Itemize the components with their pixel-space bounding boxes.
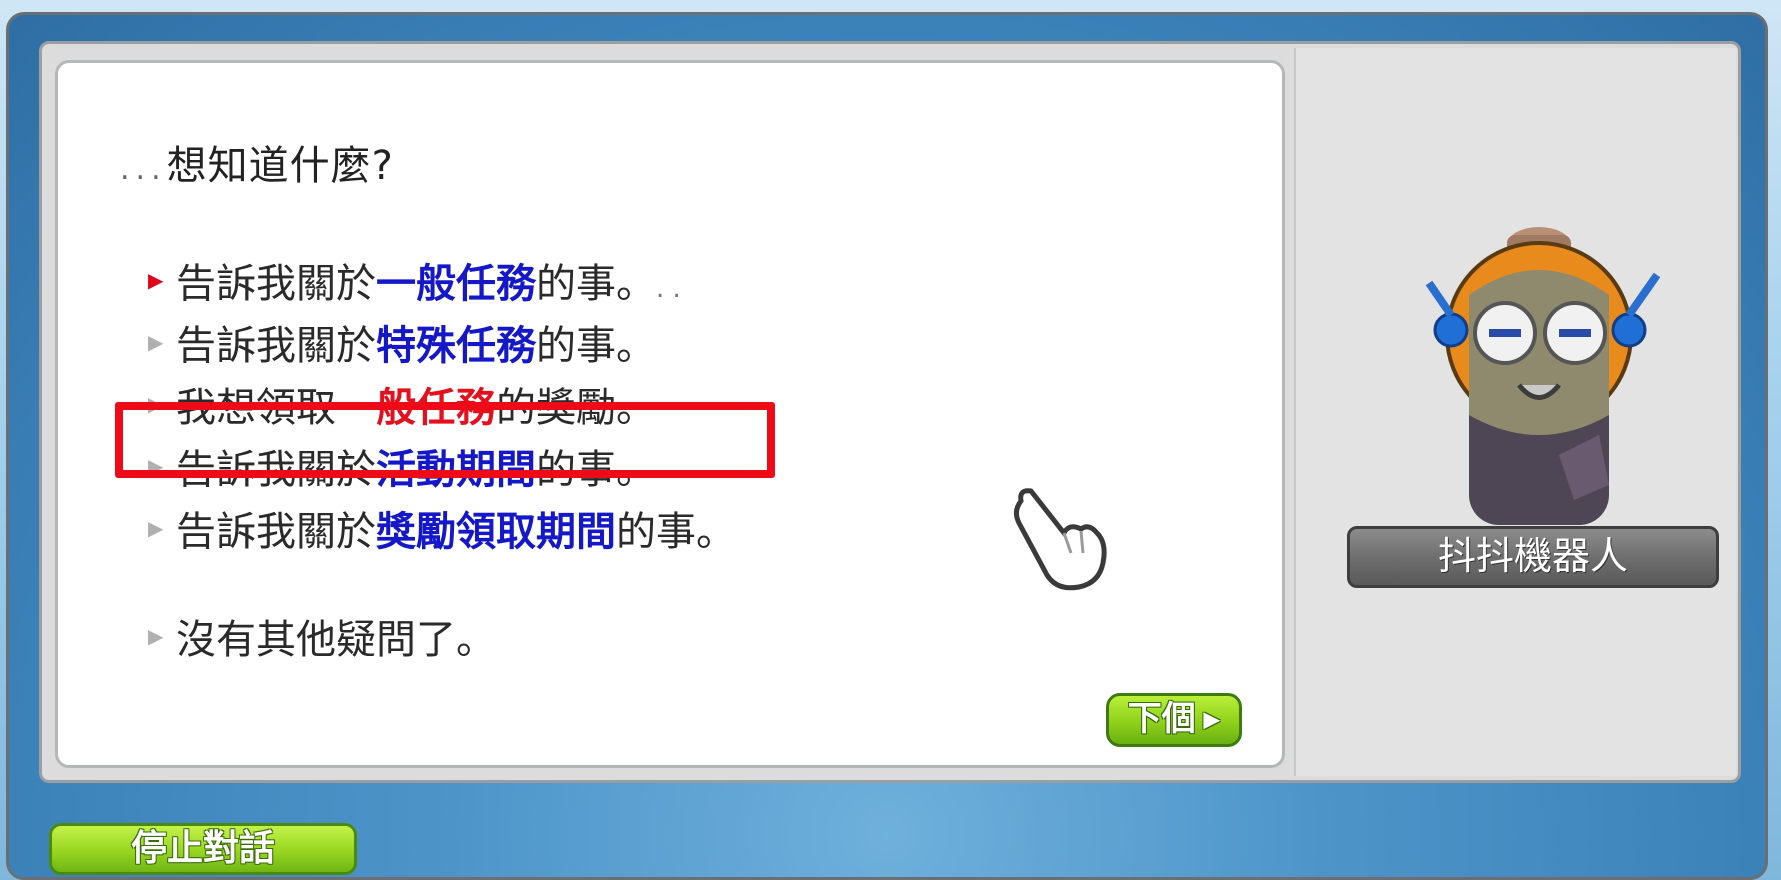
option-keyword: 一般任務 — [376, 261, 536, 307]
hand-cursor-icon — [1013, 488, 1107, 591]
play-arrow-icon: ▶ — [1195, 707, 1221, 733]
option-general-quest-info[interactable]: ▶ 告訴我關於一般任務的事。. . — [148, 251, 681, 309]
option-special-quest-info[interactable]: ▶ 告訴我關於特殊任務的事。 — [148, 313, 656, 371]
dialog-prompt: ...想知道什麼? — [120, 133, 394, 191]
option-trail-dots: . . — [656, 274, 681, 304]
next-button-label: 下個 — [1127, 699, 1196, 739]
option-keyword: 獎勵領取期間 — [376, 509, 616, 555]
selection-highlight-box — [115, 402, 775, 478]
option-text-suffix: 的事。 — [536, 261, 656, 307]
option-text: 告訴我關於 — [176, 261, 376, 307]
stop-conversation-label: 停止對話 — [130, 828, 275, 869]
option-text: 告訴我關於 — [176, 323, 376, 369]
option-reward-period-info[interactable]: ▶ 告訴我關於獎勵領取期間的事。 — [148, 499, 736, 557]
next-button[interactable]: 下個 ▶ — [1106, 693, 1242, 747]
option-keyword: 特殊任務 — [376, 323, 536, 369]
stop-conversation-button[interactable]: 停止對話 — [49, 823, 357, 875]
option-no-more-questions[interactable]: ▶ 沒有其他疑問了。 — [148, 607, 496, 665]
npc-name-tag: 抖抖機器人 — [1347, 526, 1719, 588]
npc-name: 抖抖機器人 — [1437, 534, 1628, 578]
arrow-icon: ▶ — [148, 624, 164, 648]
npc-dialog-window: ...想知道什麼? ▶ 告訴我關於一般任務的事。. . ▶ 告訴我關於特殊任務的… — [6, 12, 1768, 880]
arrow-icon: ▶ — [148, 516, 164, 540]
option-text: 告訴我關於 — [176, 509, 376, 555]
prompt-ellipsis: ... — [120, 152, 167, 187]
option-text: 沒有其他疑問了。 — [176, 617, 496, 663]
prompt-text: 想知道什麼? — [166, 143, 394, 189]
arrow-icon: ▶ — [148, 330, 164, 354]
option-text-suffix: 的事。 — [536, 323, 656, 369]
option-text-suffix: 的事。 — [616, 509, 736, 555]
selected-arrow-icon: ▶ — [148, 268, 164, 292]
npc-robot-portrait — [1425, 227, 1661, 525]
